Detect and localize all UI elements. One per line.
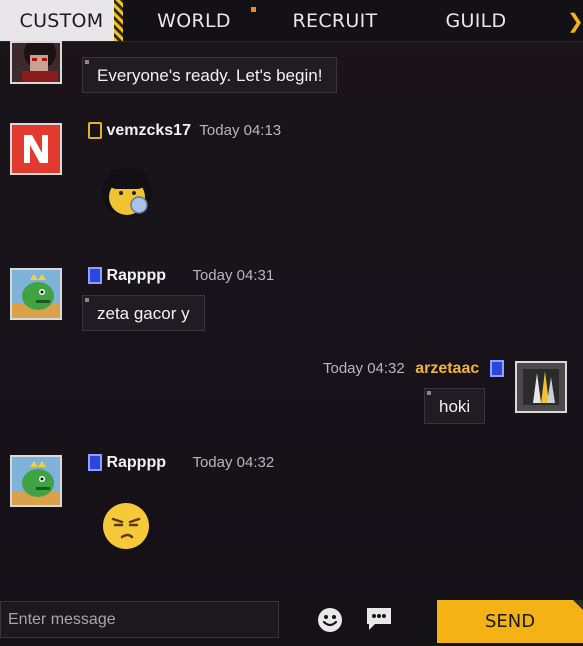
username[interactable]: Rapppp [106, 267, 166, 284]
avatar[interactable] [10, 41, 62, 84]
username[interactable]: Rapppp [106, 454, 166, 471]
chevron-right-icon[interactable]: ❯ [567, 9, 583, 34]
message-bubble: hoki [424, 388, 486, 424]
avatar[interactable] [10, 123, 62, 175]
message-meta: vemzcks17 Today 04:13 [88, 121, 281, 141]
timestamp: Today 04:31 [192, 267, 275, 284]
message-bubble: Everyone's ready. Let's begin! [82, 57, 338, 93]
message-meta: Rapppp Today 04:32 [88, 453, 274, 473]
avatar[interactable] [515, 361, 567, 413]
rank-badge-icon [88, 454, 102, 472]
timestamp: Today 04:32 [323, 360, 405, 377]
avatar[interactable] [10, 455, 62, 507]
timestamp: Today 04:13 [199, 122, 282, 139]
channel-tabs: CUSTOM WORLD RECRUIT GUILD ❯ [0, 0, 583, 42]
username[interactable]: arzetaac [415, 360, 479, 377]
tab-world[interactable]: WORLD [138, 0, 250, 41]
rank-badge-icon [88, 122, 102, 140]
smirk-face-emoji [102, 502, 150, 550]
send-button[interactable]: SEND [437, 600, 583, 643]
emoji-icon[interactable] [317, 607, 343, 633]
tab-custom[interactable]: CUSTOM [0, 0, 123, 41]
message-meta: Rapppp Today 04:31 [88, 266, 274, 286]
message-input[interactable]: Enter message [0, 601, 279, 638]
message-bubble: zeta gacor y [82, 295, 205, 331]
tab-recruit[interactable]: RECRUIT [276, 0, 394, 41]
notification-dot [251, 7, 256, 12]
bubblegum-face-emoji [101, 163, 153, 219]
username[interactable]: vemzcks17 [106, 122, 191, 139]
avatar[interactable] [10, 268, 62, 320]
tab-guild[interactable]: GUILD [424, 0, 528, 41]
timestamp: Today 04:32 [192, 454, 275, 471]
rank-badge-icon [489, 360, 504, 378]
rank-badge-icon [88, 267, 102, 285]
chat-bubble-icon[interactable] [365, 606, 393, 632]
message-meta-self: Today 04:32 arzetaac [323, 359, 504, 379]
